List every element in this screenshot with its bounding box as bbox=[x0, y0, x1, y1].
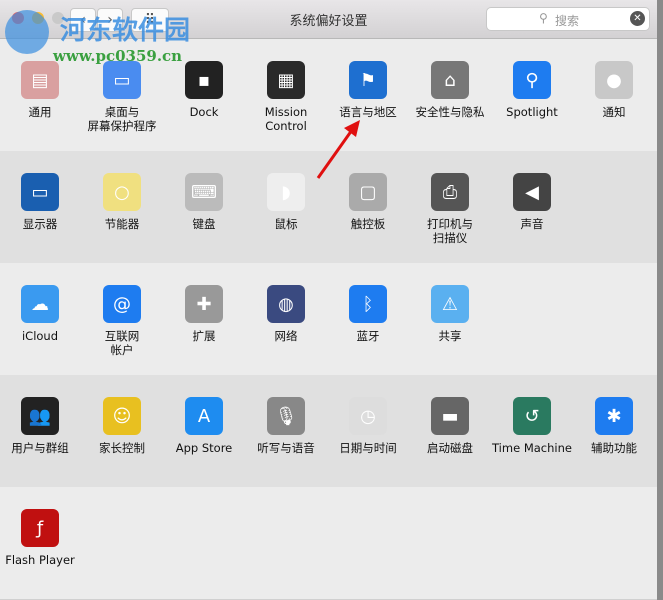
annotation-arrow bbox=[316, 120, 360, 179]
